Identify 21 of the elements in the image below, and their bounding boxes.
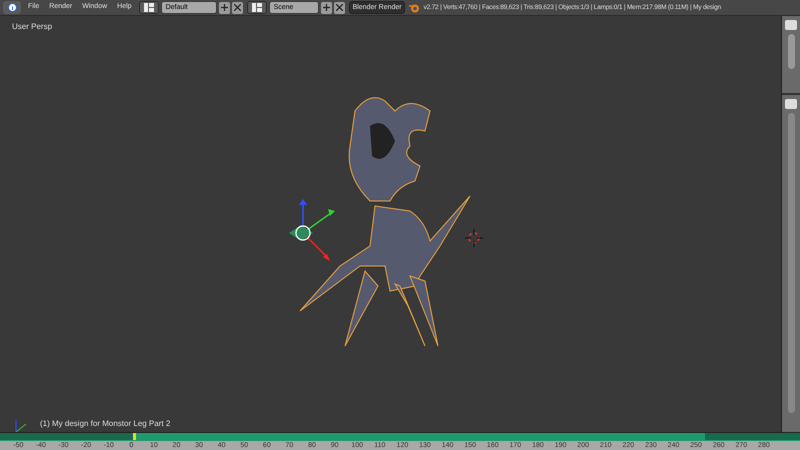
panel-icon [785, 99, 797, 109]
object-label: (1) My design for Monstor Leg Part 2 [40, 418, 170, 430]
add-button[interactable] [320, 2, 332, 14]
info-button[interactable] [3, 1, 21, 14]
layout-icon [144, 3, 154, 12]
3d-cursor-icon [465, 229, 483, 247]
remove-button[interactable] [334, 2, 345, 14]
editor-type-button[interactable] [246, 1, 267, 14]
info-icon [8, 3, 16, 12]
plus-icon [220, 4, 228, 11]
close-icon [234, 4, 241, 11]
current-frame-marker [133, 433, 136, 440]
remove-button[interactable] [232, 2, 243, 14]
logo-icon [408, 2, 420, 12]
panel-icon [785, 20, 797, 30]
plus-icon [322, 4, 330, 11]
close-icon [336, 4, 343, 11]
view-label: User Persp [12, 21, 52, 33]
add-button[interactable] [218, 2, 230, 14]
scene-icon [252, 3, 262, 12]
editor-type-button[interactable] [138, 1, 159, 14]
